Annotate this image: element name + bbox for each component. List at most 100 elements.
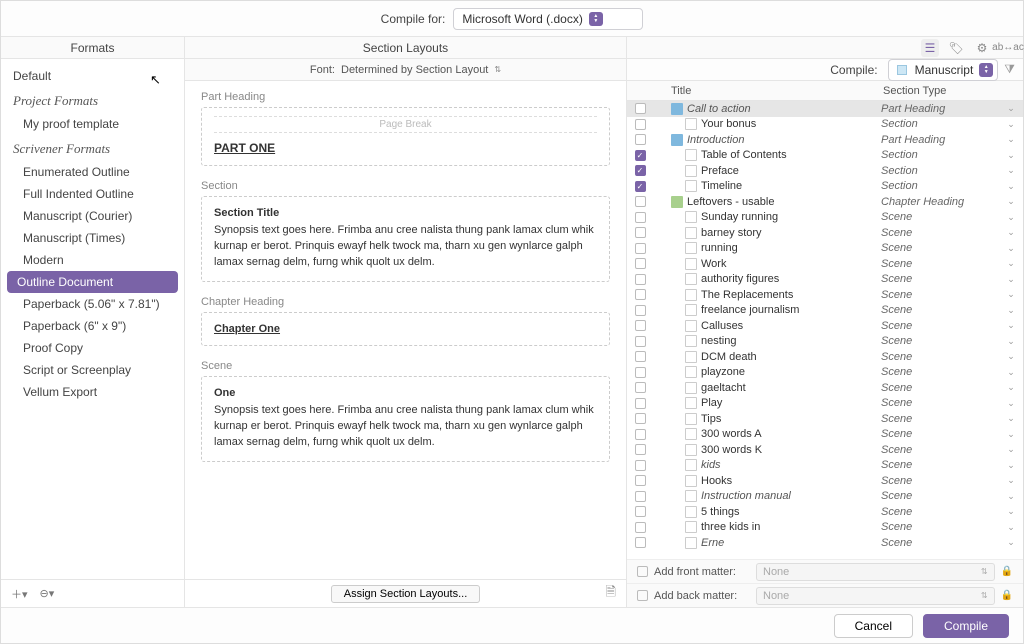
include-checkbox[interactable] (635, 119, 646, 130)
cancel-button[interactable]: Cancel (834, 614, 913, 638)
format-item[interactable]: Full Indented Outline (1, 183, 184, 205)
include-checkbox[interactable] (635, 212, 646, 223)
chevron-down-icon[interactable]: ⌄ (1005, 537, 1017, 548)
row-section-type[interactable]: Scene (881, 428, 1005, 440)
row-section-type[interactable]: Scene (881, 444, 1005, 456)
chevron-down-icon[interactable]: ⌄ (1005, 305, 1017, 316)
tree-row[interactable]: playzoneScene⌄ (627, 365, 1023, 381)
include-checkbox[interactable] (635, 413, 646, 424)
layout-block[interactable]: SectionSection TitleSynopsis text goes h… (201, 180, 610, 282)
tree-row[interactable]: DCM deathScene⌄ (627, 349, 1023, 365)
tree-row[interactable]: TipsScene⌄ (627, 411, 1023, 427)
tree-row[interactable]: freelance journalismScene⌄ (627, 303, 1023, 319)
chevron-down-icon[interactable]: ⌄ (1005, 227, 1017, 238)
chevron-down-icon[interactable]: ⌄ (1005, 243, 1017, 254)
row-section-type[interactable]: Scene (881, 382, 1005, 394)
chevron-down-icon[interactable]: ⌄ (1005, 165, 1017, 176)
tree-row[interactable]: three kids inScene⌄ (627, 520, 1023, 536)
tree-row[interactable]: IntroductionPart Heading⌄ (627, 132, 1023, 148)
include-checkbox[interactable] (635, 537, 646, 548)
chevron-down-icon[interactable]: ⌄ (1005, 351, 1017, 362)
tree-row[interactable]: gaeltachtScene⌄ (627, 380, 1023, 396)
include-checkbox[interactable] (635, 258, 646, 269)
include-checkbox[interactable] (635, 320, 646, 331)
layout-block[interactable]: Chapter HeadingChapter One (201, 296, 610, 346)
include-checkbox[interactable] (635, 444, 646, 455)
format-item[interactable]: Manuscript (Times) (1, 227, 184, 249)
tree-row[interactable]: Call to actionPart Heading⌄ (627, 101, 1023, 117)
include-checkbox[interactable] (635, 382, 646, 393)
format-item[interactable]: Enumerated Outline (1, 161, 184, 183)
row-section-type[interactable]: Scene (881, 227, 1005, 239)
row-section-type[interactable]: Section (881, 180, 1005, 192)
row-section-type[interactable]: Scene (881, 258, 1005, 270)
filter-icon[interactable]: ⧩ (1004, 62, 1015, 77)
front-matter-checkbox[interactable] (637, 566, 648, 577)
include-checkbox[interactable] (635, 134, 646, 145)
include-checkbox[interactable] (635, 305, 646, 316)
list-view-icon[interactable]: ☰ (921, 39, 939, 57)
chevron-down-icon[interactable]: ⌄ (1005, 150, 1017, 161)
include-checkbox[interactable] (635, 367, 646, 378)
format-options-icon[interactable]: ⊖▾ (40, 587, 55, 600)
include-checkbox[interactable] (635, 351, 646, 362)
tree-row[interactable]: kidsScene⌄ (627, 458, 1023, 474)
row-section-type[interactable]: Scene (881, 335, 1005, 347)
chevron-down-icon[interactable]: ⌄ (1005, 398, 1017, 409)
row-section-type[interactable]: Scene (881, 320, 1005, 332)
chevron-down-icon[interactable]: ⌄ (1005, 367, 1017, 378)
row-section-type[interactable]: Part Heading (881, 134, 1005, 146)
tree-row[interactable]: barney storyScene⌄ (627, 225, 1023, 241)
row-section-type[interactable]: Scene (881, 459, 1005, 471)
row-section-type[interactable]: Section (881, 118, 1005, 130)
include-checkbox[interactable] (635, 522, 646, 533)
tree-row[interactable]: ErneScene⌄ (627, 535, 1023, 551)
chevron-down-icon[interactable]: ⌄ (1005, 196, 1017, 207)
page-icon[interactable]: 🗎 (606, 583, 616, 605)
layout-block[interactable]: SceneOneSynopsis text goes here. Frimba … (201, 360, 610, 462)
chevron-down-icon[interactable]: ⌄ (1005, 429, 1017, 440)
chevron-down-icon[interactable]: ⌄ (1005, 181, 1017, 192)
tree-row[interactable]: authority figuresScene⌄ (627, 272, 1023, 288)
row-section-type[interactable]: Scene (881, 521, 1005, 533)
chevron-down-icon[interactable]: ⌄ (1005, 336, 1017, 347)
format-item[interactable]: Vellum Export (1, 381, 184, 403)
include-checkbox[interactable]: ✓ (635, 181, 646, 192)
format-item[interactable]: Proof Copy (1, 337, 184, 359)
format-item[interactable]: Script or Screenplay (1, 359, 184, 381)
include-checkbox[interactable] (635, 243, 646, 254)
layout-block[interactable]: Part HeadingPage BreakPART ONE (201, 91, 610, 166)
compile-button[interactable]: Compile (923, 614, 1009, 638)
tree-row[interactable]: ✓PrefaceSection⌄ (627, 163, 1023, 179)
chevron-down-icon[interactable]: ⌄ (1005, 522, 1017, 533)
lock-icon[interactable]: 🔒 (1001, 590, 1013, 601)
tree-row[interactable]: PlayScene⌄ (627, 396, 1023, 412)
include-checkbox[interactable] (635, 506, 646, 517)
row-section-type[interactable]: Scene (881, 537, 1005, 549)
chevron-down-icon[interactable]: ⌄ (1005, 506, 1017, 517)
assign-section-layouts-button[interactable]: Assign Section Layouts... (331, 585, 481, 603)
row-section-type[interactable]: Scene (881, 351, 1005, 363)
layouts-list[interactable]: Part HeadingPage BreakPART ONE SectionSec… (185, 81, 626, 579)
row-section-type[interactable]: Scene (881, 490, 1005, 502)
tree-row[interactable]: The ReplacementsScene⌄ (627, 287, 1023, 303)
chevron-down-icon[interactable]: ⌄ (1005, 134, 1017, 145)
row-section-type[interactable]: Scene (881, 366, 1005, 378)
chevron-down-icon[interactable]: ⌄ (1005, 413, 1017, 424)
row-section-type[interactable]: Part Heading (881, 103, 1005, 115)
chevron-down-icon[interactable]: ⌄ (1005, 103, 1017, 114)
font-value[interactable]: Determined by Section Layout (341, 64, 488, 76)
chevron-down-icon[interactable]: ⌄ (1005, 382, 1017, 393)
format-item[interactable]: Manuscript (Courier) (1, 205, 184, 227)
include-checkbox[interactable] (635, 289, 646, 300)
row-section-type[interactable]: Scene (881, 211, 1005, 223)
row-section-type[interactable]: Scene (881, 304, 1005, 316)
row-section-type[interactable]: Scene (881, 242, 1005, 254)
add-format-icon[interactable]: ＋▾ (11, 586, 28, 602)
chevron-down-icon[interactable]: ⌄ (1005, 212, 1017, 223)
format-item[interactable]: My proof template (1, 113, 184, 135)
row-section-type[interactable]: Section (881, 165, 1005, 177)
format-item[interactable]: Outline Document (7, 271, 178, 293)
row-section-type[interactable]: Scene (881, 273, 1005, 285)
chevron-down-icon[interactable]: ⌄ (1005, 444, 1017, 455)
